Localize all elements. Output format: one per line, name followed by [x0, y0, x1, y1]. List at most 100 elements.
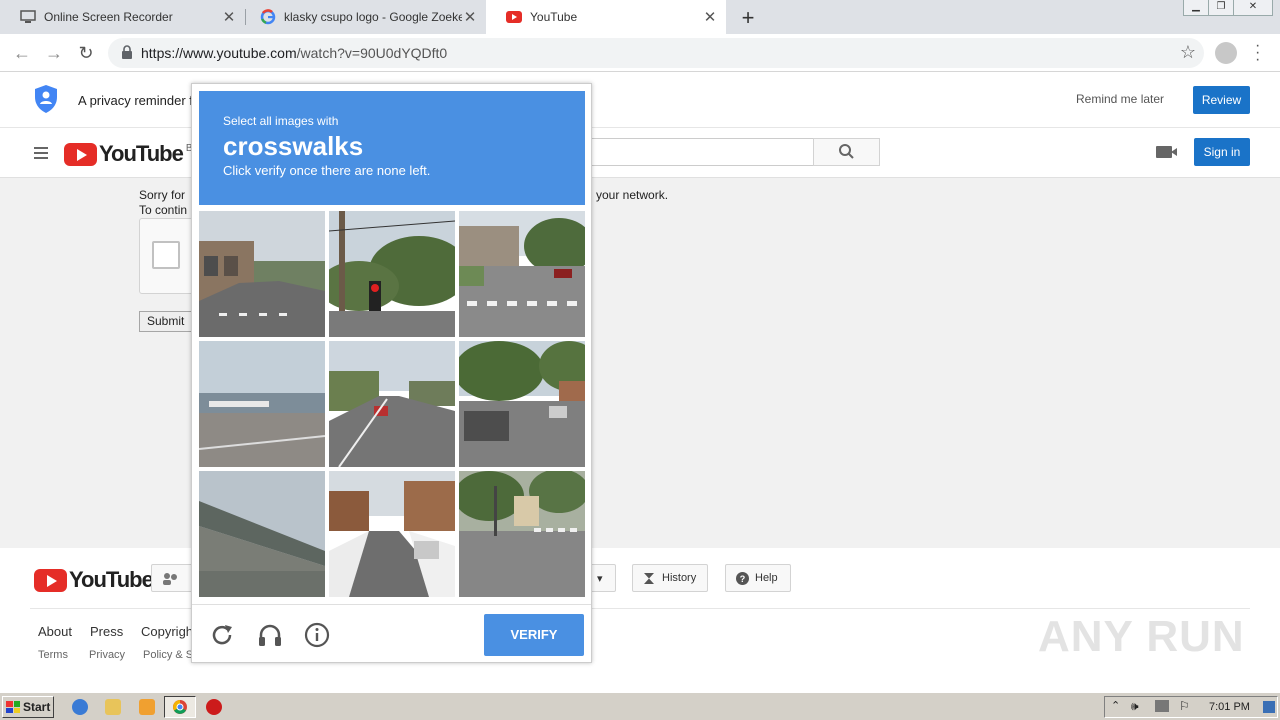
captcha-tile-highway-car[interactable]	[329, 341, 455, 467]
tab-google-search[interactable]: klasky csupo logo - Google Zoeken ✕	[240, 0, 486, 34]
logo-wordmark: YouTube	[69, 567, 154, 592]
close-window-button[interactable]: ✕	[1233, 0, 1273, 16]
hourglass-icon	[643, 572, 656, 585]
challenge-header: Select all images with crosswalks Click …	[199, 91, 585, 205]
monitor-icon	[20, 9, 36, 25]
verify-button[interactable]: VERIFY	[484, 614, 584, 656]
captcha-tile-traffic-light[interactable]	[329, 211, 455, 337]
restore-button[interactable]: ❐	[1208, 0, 1234, 16]
svg-text:?: ?	[740, 574, 746, 584]
volume-icon[interactable]: 🕪	[1131, 699, 1139, 714]
network-message: n your network.	[586, 188, 669, 202]
forward-arrow-icon[interactable]: →	[43, 42, 65, 64]
clock: 7:01 PM	[1209, 701, 1250, 713]
footer-link-press[interactable]: Press	[90, 624, 123, 639]
system-tray: ⌃ 🕪 ⚐ 7:01 PM	[1104, 696, 1278, 718]
privacy-reminder-text: A privacy reminder f	[78, 93, 193, 108]
profile-avatar-icon[interactable]	[1215, 42, 1237, 64]
challenge-target: crosswalks	[223, 131, 364, 161]
search-input[interactable]	[590, 138, 814, 166]
network-icon[interactable]	[1155, 700, 1169, 712]
upload-video-icon[interactable]	[1156, 146, 1177, 158]
minimize-button[interactable]: ▁	[1183, 0, 1209, 16]
tray-expand-icon[interactable]: ⌃	[1111, 699, 1120, 712]
challenge-hint: Click verify once there are none left.	[223, 163, 431, 178]
youtube-play-icon	[34, 568, 67, 592]
chrome-icon	[173, 700, 187, 714]
captcha-tile-crosswalk-intersection[interactable]	[459, 211, 585, 337]
windows-logo-icon	[6, 701, 20, 713]
challenge-footer-divider	[192, 604, 591, 605]
footer-link-privacy[interactable]: Privacy	[89, 649, 125, 661]
new-tab-button[interactable]: +	[736, 5, 760, 31]
media-player-icon[interactable]	[139, 699, 155, 715]
close-tab-icon[interactable]: ✕	[221, 8, 237, 26]
challenge-instruction: Select all images with	[223, 114, 339, 128]
start-button[interactable]: Start	[2, 696, 54, 718]
windows-taskbar: Start ⌃ 🕪 ⚐ 7:01 PM	[0, 692, 1280, 720]
language-button[interactable]	[151, 564, 193, 592]
help-icon: ?	[736, 571, 749, 585]
youtube-logo[interactable]: YouTube BE	[64, 141, 199, 167]
remind-me-later-button[interactable]: Remind me later	[1076, 92, 1164, 106]
close-tab-icon[interactable]: ✕	[462, 8, 478, 26]
stop-icon[interactable]	[206, 699, 222, 715]
folder-icon[interactable]	[105, 699, 121, 715]
footer-link-terms[interactable]: Terms	[38, 649, 68, 661]
chrome-taskbar-button[interactable]	[164, 696, 196, 718]
sorry-line-1: Sorry for	[139, 188, 186, 202]
browser-menu-icon[interactable]: · · ·	[1255, 38, 1260, 68]
help-button[interactable]: ? Help	[725, 564, 791, 592]
footer-link-about[interactable]: About	[38, 624, 72, 639]
reload-challenge-icon[interactable]	[208, 621, 236, 649]
review-button[interactable]: Review	[1193, 86, 1250, 114]
anyrun-watermark: ANY RUN	[1038, 612, 1245, 661]
recaptcha-challenge-popup: Select all images with crosswalks Click …	[191, 83, 592, 663]
tab-title: Online Screen Recorder	[44, 10, 173, 24]
tab-youtube[interactable]: YouTube ✕	[486, 0, 726, 34]
recaptcha-widget	[139, 218, 199, 294]
people-icon	[162, 572, 177, 585]
history-label: History	[662, 572, 697, 584]
captcha-tile-street-shops[interactable]	[199, 211, 325, 337]
search-button[interactable]	[813, 138, 880, 166]
hamburger-menu-icon[interactable]	[34, 147, 48, 162]
search-icon	[839, 144, 854, 159]
url-text: https://www.youtube.com/watch?v=90U0dYQD…	[141, 45, 448, 61]
captcha-tile-parked-cars-street[interactable]	[459, 341, 585, 467]
help-label: Help	[755, 572, 778, 584]
footer-link-copyright[interactable]: Copyrigh	[141, 624, 193, 639]
footer-youtube-logo[interactable]: YouTube	[34, 567, 154, 593]
submit-button[interactable]: Submit	[139, 311, 195, 332]
captcha-tile-crosswalk-corner[interactable]	[459, 471, 585, 597]
sign-in-button[interactable]: Sign in	[1194, 138, 1250, 166]
history-button[interactable]: History	[632, 564, 708, 592]
tab-title: klasky csupo logo - Google Zoeken	[284, 10, 462, 24]
audio-challenge-icon[interactable]	[256, 621, 284, 649]
captcha-tile-snowy-street[interactable]	[329, 471, 455, 597]
back-arrow-icon[interactable]: ←	[11, 42, 33, 64]
shield-icon	[34, 84, 58, 117]
show-desktop-icon[interactable]	[1263, 701, 1275, 713]
captcha-tile-harbor-road[interactable]	[199, 341, 325, 467]
action-center-flag-icon[interactable]: ⚐	[1179, 699, 1190, 713]
recaptcha-checkbox[interactable]	[152, 241, 180, 269]
internet-explorer-icon[interactable]	[72, 699, 88, 715]
info-icon[interactable]	[303, 621, 331, 649]
close-tab-icon[interactable]: ✕	[702, 8, 718, 26]
captcha-tile-overpass[interactable]	[199, 471, 325, 597]
footer-link-policy-safety[interactable]: Policy & S	[143, 649, 193, 661]
lock-icon	[121, 45, 133, 59]
sorry-message: Sorry for To contin	[139, 188, 187, 218]
youtube-icon	[506, 9, 522, 25]
reload-icon[interactable]: ↻	[75, 42, 97, 64]
sorry-line-2: To contin	[139, 203, 188, 217]
tab-title: YouTube	[530, 10, 578, 24]
bookmark-star-icon[interactable]: ☆	[1180, 42, 1196, 63]
address-bar[interactable]: https://www.youtube.com/watch?v=90U0dYQD…	[108, 38, 1204, 68]
google-icon	[260, 9, 276, 25]
logo-wordmark: YouTube	[99, 141, 184, 166]
youtube-play-icon	[64, 142, 97, 166]
dropdown-chevron-icon[interactable]: ▾	[588, 564, 616, 592]
tab-online-screen-recorder[interactable]: Online Screen Recorder ✕	[0, 0, 245, 34]
